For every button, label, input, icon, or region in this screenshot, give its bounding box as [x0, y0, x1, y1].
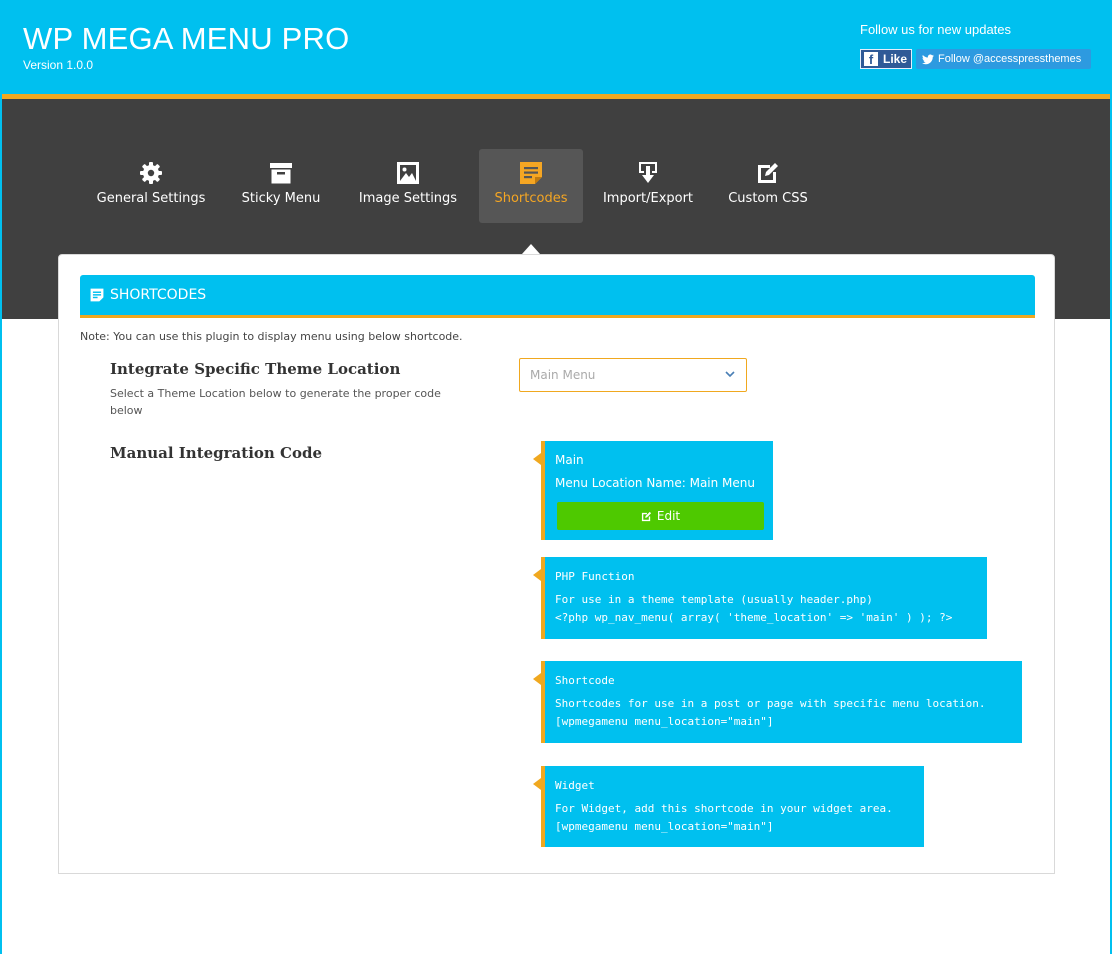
app-title: WP MEGA MENU PRO: [23, 21, 350, 56]
tab-shortcodes[interactable]: Shortcodes: [479, 149, 583, 223]
tab-sticky-menu-label: Sticky Menu: [241, 191, 321, 206]
menu-location-id: Main: [555, 453, 584, 467]
shortcode-code: [wpmegamenu menu_location="main"]: [555, 715, 774, 728]
app-header: WP MEGA MENU PRO Version 1.0.0 Follow us…: [2, 0, 1110, 94]
theme-location-select-value: Main Menu: [530, 368, 596, 382]
active-tab-pointer: [522, 244, 540, 254]
shortcode-title: Shortcode: [555, 674, 615, 687]
widget-box: Widget For Widget, add this shortcode in…: [533, 766, 924, 847]
widget-code: [wpmegamenu menu_location="main"]: [555, 820, 774, 833]
edit-icon: [641, 511, 651, 521]
php-function-desc: For use in a theme template (usually hea…: [555, 593, 873, 606]
tab-general-settings-label: General Settings: [96, 191, 206, 206]
tab-shortcodes-label: Shortcodes: [494, 191, 568, 206]
theme-location-select[interactable]: Main Menu: [519, 358, 747, 392]
section-title: SHORTCODES: [110, 287, 207, 303]
follow-text: Follow us for new updates: [860, 22, 1012, 37]
tab-sticky-menu[interactable]: Sticky Menu: [230, 149, 332, 223]
archive-icon: [270, 163, 292, 184]
facebook-like-label: Like: [883, 52, 908, 66]
facebook-like-button[interactable]: f Like: [860, 49, 912, 69]
tab-import-export-label: Import/Export: [602, 191, 694, 206]
tab-general-settings[interactable]: General Settings: [88, 149, 214, 223]
twitter-follow-button[interactable]: Follow @accesspressthemes: [916, 49, 1091, 69]
shortcode-icon: [90, 288, 104, 302]
shortcode-desc: Shortcodes for use in a post or page wit…: [555, 697, 986, 710]
edit-menu-button[interactable]: Edit: [557, 502, 764, 530]
menu-location-box: Main Menu Location Name: Main Menu Edit: [533, 441, 773, 540]
tab-import-export[interactable]: Import/Export: [594, 149, 702, 223]
tab-custom-css[interactable]: Custom CSS: [718, 149, 818, 223]
facebook-icon: f: [864, 52, 878, 67]
php-function-box: PHP Function For use in a theme template…: [533, 557, 987, 639]
php-function-code: <?php wp_nav_menu( array( 'theme_locatio…: [555, 611, 953, 624]
app-version: Version 1.0.0: [23, 58, 94, 72]
chevron-down-icon: [725, 371, 735, 378]
theme-location-heading: Integrate Specific Theme Location: [110, 360, 401, 378]
import-export-icon: [639, 162, 657, 183]
twitter-bird-icon: [922, 54, 934, 64]
usage-note: Note: You can use this plugin to display…: [80, 330, 463, 343]
tab-image-settings[interactable]: Image Settings: [348, 149, 468, 223]
shortcode-box: Shortcode Shortcodes for use in a post o…: [533, 661, 1022, 743]
tab-custom-css-label: Custom CSS: [728, 191, 808, 206]
menu-location-name: Menu Location Name: Main Menu: [555, 476, 755, 490]
widget-desc: For Widget, add this shortcode in your w…: [555, 802, 893, 815]
widget-title: Widget: [555, 779, 595, 792]
edit-css-icon: [758, 163, 778, 183]
shortcodes-panel: SHORTCODES Note: You can use this plugin…: [58, 254, 1055, 874]
tab-image-settings-label: Image Settings: [358, 191, 458, 206]
edit-menu-label: Edit: [656, 509, 681, 523]
image-icon: [397, 162, 419, 184]
app-frame: WP MEGA MENU PRO Version 1.0.0 Follow us…: [0, 0, 1112, 954]
gear-icon: [140, 162, 162, 184]
php-function-title: PHP Function: [555, 570, 635, 583]
shortcode-icon: [520, 162, 542, 184]
manual-integration-heading: Manual Integration Code: [110, 444, 323, 462]
theme-location-description: Select a Theme Location below to generat…: [110, 387, 441, 417]
twitter-follow-label: Follow @accesspressthemes: [938, 53, 1082, 65]
section-header: SHORTCODES: [80, 275, 1035, 318]
